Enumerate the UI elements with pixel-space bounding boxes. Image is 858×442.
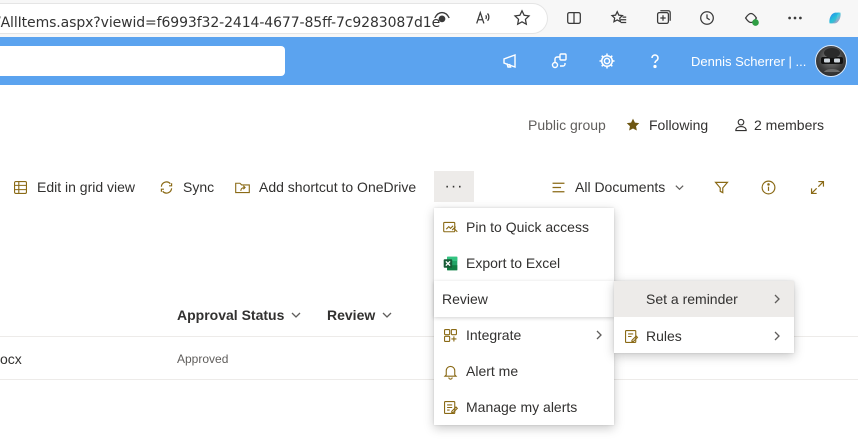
connect-icon[interactable]	[548, 50, 570, 72]
avatar[interactable]	[815, 45, 847, 77]
megaphone-icon[interactable]	[500, 50, 522, 72]
submenu-item-set-reminder[interactable]: Set a reminder	[614, 281, 794, 317]
following-label: Following	[649, 117, 709, 133]
rules-icon	[622, 327, 640, 345]
edit-grid-view-button[interactable]: Edit in grid view	[12, 176, 135, 198]
group-privacy-label: Public group	[528, 117, 606, 133]
info-icon[interactable]	[758, 177, 778, 197]
column-header-label: Approval Status	[177, 307, 285, 323]
menu-item-label: Export to Excel	[466, 255, 561, 271]
eye-icon[interactable]	[432, 8, 452, 28]
suite-bar: Dennis Scherrer | ...	[0, 37, 858, 85]
history-icon[interactable]	[697, 8, 717, 28]
add-shortcut-button[interactable]: Add shortcut to OneDrive	[234, 176, 416, 198]
chevron-right-icon	[774, 331, 780, 341]
view-selector[interactable]: All Documents	[550, 176, 685, 198]
grid-icon	[13, 180, 28, 194]
more-actions-menu: Pin to Quick access Export to Excel Revi…	[434, 208, 614, 425]
settings-gear-icon[interactable]	[596, 50, 618, 72]
address-bar[interactable]: ns/AllItems.aspx?viewid=f6993f32-2414-46…	[0, 4, 547, 33]
excel-icon	[441, 254, 459, 272]
menu-item-label: Manage my alerts	[466, 399, 578, 415]
menu-item-integrate[interactable]: Integrate	[434, 317, 614, 353]
menu-item-label: Integrate	[466, 327, 522, 343]
column-header-review[interactable]: Review	[327, 307, 393, 323]
user-name[interactable]: Dennis Scherrer | ...	[691, 54, 806, 69]
sync-button[interactable]: Sync	[158, 176, 214, 198]
column-header-approval-status[interactable]: Approval Status	[177, 307, 302, 323]
members-button[interactable]: 2 members	[733, 117, 824, 133]
collections-icon[interactable]	[653, 8, 673, 28]
submenu-item-label: Rules	[646, 328, 682, 344]
members-label: 2 members	[754, 117, 825, 133]
menu-item-alert-me[interactable]: Alert me	[434, 353, 614, 389]
read-aloud-icon[interactable]	[473, 8, 493, 28]
sync-label: Sync	[183, 179, 215, 195]
approval-status-value: Approved	[177, 352, 229, 366]
chevron-right-icon	[596, 330, 602, 340]
integrate-icon	[441, 326, 459, 344]
manage-alerts-icon	[441, 398, 459, 416]
address-url[interactable]: ns/AllItems.aspx?viewid=f6993f32-2414-46…	[0, 15, 440, 31]
chevron-right-icon	[774, 294, 780, 304]
menu-item-manage-alerts[interactable]: Manage my alerts	[434, 389, 614, 425]
following-button[interactable]: Following	[625, 117, 708, 133]
favorite-star-icon[interactable]	[512, 8, 532, 28]
person-icon	[735, 118, 747, 132]
split-screen-icon[interactable]	[564, 8, 584, 28]
browser-toolbar: ns/AllItems.aspx?viewid=f6993f32-2414-46…	[0, 0, 858, 37]
submenu-item-label: Set a reminder	[646, 291, 738, 307]
integrate-submenu: Set a reminder Rules	[614, 281, 794, 353]
menu-item-review[interactable]: Review	[434, 281, 614, 317]
chevron-down-icon	[675, 184, 684, 190]
more-actions-button[interactable]: ···	[434, 171, 474, 202]
expand-icon[interactable]	[807, 177, 827, 197]
chevron-down-icon	[382, 312, 392, 318]
submenu-item-rules[interactable]: Rules	[614, 318, 794, 354]
file-name[interactable]: ocx	[0, 351, 22, 367]
extensions-icon[interactable]	[741, 8, 761, 28]
menu-item-label: Pin to Quick access	[466, 219, 589, 235]
filter-icon[interactable]	[711, 177, 731, 197]
menu-item-label: Review	[442, 291, 488, 307]
star-filled-icon	[626, 118, 640, 131]
favorites-icon[interactable]	[609, 8, 629, 28]
bell-icon	[441, 362, 459, 380]
copilot-icon[interactable]	[825, 8, 845, 28]
sync-icon	[160, 180, 173, 194]
search-input[interactable]	[0, 46, 285, 76]
add-shortcut-label: Add shortcut to OneDrive	[259, 179, 417, 195]
view-name: All Documents	[575, 179, 666, 195]
edit-grid-view-label: Edit in grid view	[37, 179, 136, 195]
row-divider	[0, 379, 858, 380]
view-lines-icon	[552, 182, 565, 192]
menu-item-pin-quick-access[interactable]: Pin to Quick access	[434, 209, 614, 245]
shortcut-folder-icon	[235, 182, 250, 193]
column-header-label: Review	[327, 307, 376, 323]
more-icon[interactable]	[785, 8, 805, 28]
pin-icon	[441, 218, 459, 236]
help-icon[interactable]	[644, 50, 666, 72]
chevron-down-icon	[291, 312, 301, 318]
menu-item-label: Alert me	[466, 363, 519, 379]
menu-item-export-excel[interactable]: Export to Excel	[434, 245, 614, 281]
